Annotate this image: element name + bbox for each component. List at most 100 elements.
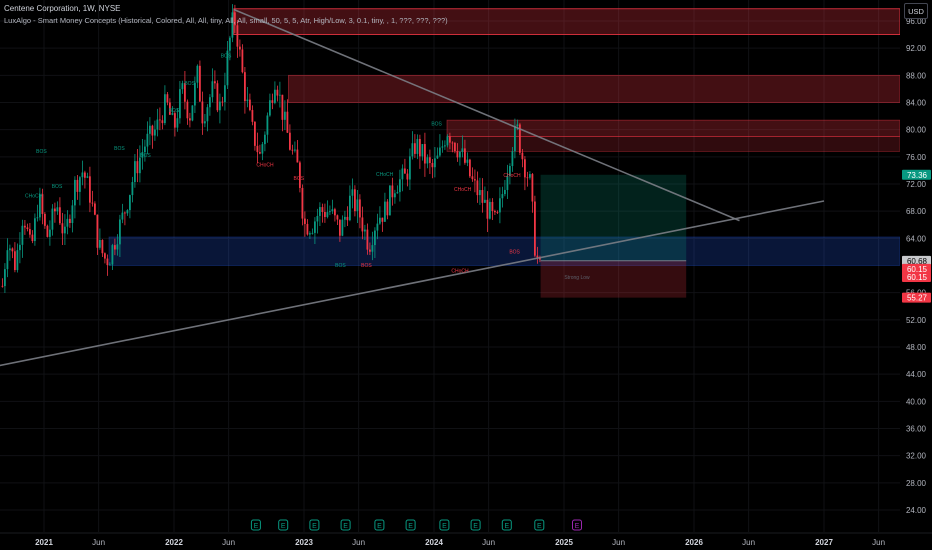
candle-body — [284, 111, 286, 120]
candle-body — [51, 208, 54, 230]
candle-body — [64, 226, 66, 234]
candle-body — [404, 168, 406, 174]
structure-label: BOS — [114, 146, 125, 152]
earnings-marker-label: E — [377, 523, 382, 530]
candle-body — [474, 179, 476, 181]
price-tick-label: 44.00 — [906, 370, 927, 379]
candle-body — [306, 223, 309, 235]
structure-label: BOS — [140, 153, 151, 159]
candle-body — [396, 192, 399, 194]
candle-body — [249, 99, 251, 111]
candle-body — [134, 161, 136, 183]
candle-body — [76, 179, 79, 192]
candle-body — [241, 49, 244, 73]
candle-body — [206, 107, 209, 122]
candle-body — [209, 97, 211, 108]
candle-body — [214, 81, 216, 84]
candle-body — [341, 219, 344, 236]
candle-body — [239, 46, 241, 50]
candle-body — [149, 125, 151, 134]
candle-body — [109, 264, 111, 266]
candle-body — [81, 172, 84, 178]
candle-body — [166, 94, 169, 103]
earnings-markers: EEEEEEEEEEE — [250, 519, 582, 531]
structure-label: BOS — [221, 54, 232, 60]
time-tick-label: Jun — [92, 538, 105, 547]
candle-body — [281, 94, 284, 120]
candle-body — [289, 132, 291, 150]
earnings-marker-label: E — [575, 523, 580, 530]
candle-body — [89, 176, 91, 203]
candle-body — [24, 225, 26, 228]
earnings-marker-label: E — [254, 523, 259, 530]
candle-body — [146, 133, 149, 147]
candle-body — [469, 159, 471, 177]
candle-body — [416, 138, 419, 154]
candle-body — [524, 159, 526, 178]
candle-body — [511, 151, 514, 167]
structure-label: BOS — [52, 184, 63, 190]
candle-body — [436, 155, 439, 159]
price-tick-label: 24.00 — [906, 506, 927, 515]
candle-body — [329, 211, 331, 213]
structure-label: BOS — [294, 176, 305, 182]
ascending-trendline — [0, 200, 825, 367]
candle-body — [364, 229, 366, 232]
price-chart[interactable]: BOS BOS CHoCH BOS BOS BOS BOS BOS CHoCH BOS CHoCH B… — [0, 0, 932, 550]
candle-body — [86, 176, 89, 178]
candle-body — [361, 217, 364, 232]
candle-body — [344, 216, 346, 220]
candle-body — [176, 118, 179, 128]
price-tick-label: 80.00 — [906, 126, 927, 135]
earnings-marker-label: E — [442, 523, 447, 530]
candle-body — [71, 205, 74, 224]
candle-body — [1, 285, 4, 287]
candle-body — [471, 176, 474, 180]
price-axis[interactable]: 24.00 28.00 32.00 36.00 40.00 44.00 48.00 52.00… — [900, 0, 932, 550]
earnings-marker-label: E — [473, 523, 478, 530]
candle-body — [384, 201, 386, 222]
time-tick-label: Jun — [742, 538, 755, 547]
time-tick-label: 2021 — [35, 538, 53, 547]
candle-body — [354, 189, 356, 212]
candle-body — [104, 253, 106, 259]
candle-body — [84, 172, 86, 178]
time-tick-label: Jun — [872, 538, 885, 547]
price-tick-label: 32.00 — [906, 452, 927, 461]
candle-body — [34, 218, 36, 242]
candle-body — [164, 94, 166, 124]
candle-body — [216, 83, 219, 111]
demand-zone — [108, 236, 901, 266]
candle-body — [356, 199, 359, 212]
candle-body — [481, 190, 484, 203]
structure-label: BOS — [361, 263, 372, 269]
candle-body — [296, 149, 299, 163]
candle-body — [429, 157, 431, 163]
candle-body — [236, 25, 239, 47]
earnings-marker-label: E — [343, 523, 348, 530]
candle-body — [6, 250, 9, 270]
structure-label: BOS — [431, 122, 442, 128]
supply-zone-2 — [287, 74, 901, 103]
indicator-legend[interactable]: LuxAlgo - Smart Money Concepts (Historic… — [4, 16, 448, 25]
candle-body — [421, 144, 424, 157]
candle-body — [186, 101, 189, 119]
candle-body — [484, 199, 486, 203]
price-tag-label: 73.36 — [907, 171, 928, 180]
candle-body — [276, 89, 279, 96]
candle-body — [389, 185, 391, 216]
candle-body — [251, 110, 254, 122]
candle-body — [496, 212, 499, 213]
candle-body — [324, 212, 326, 217]
candle-body — [246, 99, 249, 102]
candle-body — [314, 221, 316, 233]
candle-body — [16, 250, 19, 271]
price-tick-label: 40.00 — [906, 397, 927, 406]
candle-body — [294, 149, 296, 151]
earnings-marker-label: E — [312, 523, 317, 530]
currency-button[interactable]: USD — [904, 3, 928, 19]
candle-body — [286, 111, 289, 133]
candle-body — [266, 115, 269, 135]
time-axis[interactable]: 2021 Jun 2022 Jun 2023 Jun 2024 Jun 2025 Jun 2026 J… — [0, 532, 932, 550]
price-tick-label: 84.00 — [906, 99, 927, 108]
